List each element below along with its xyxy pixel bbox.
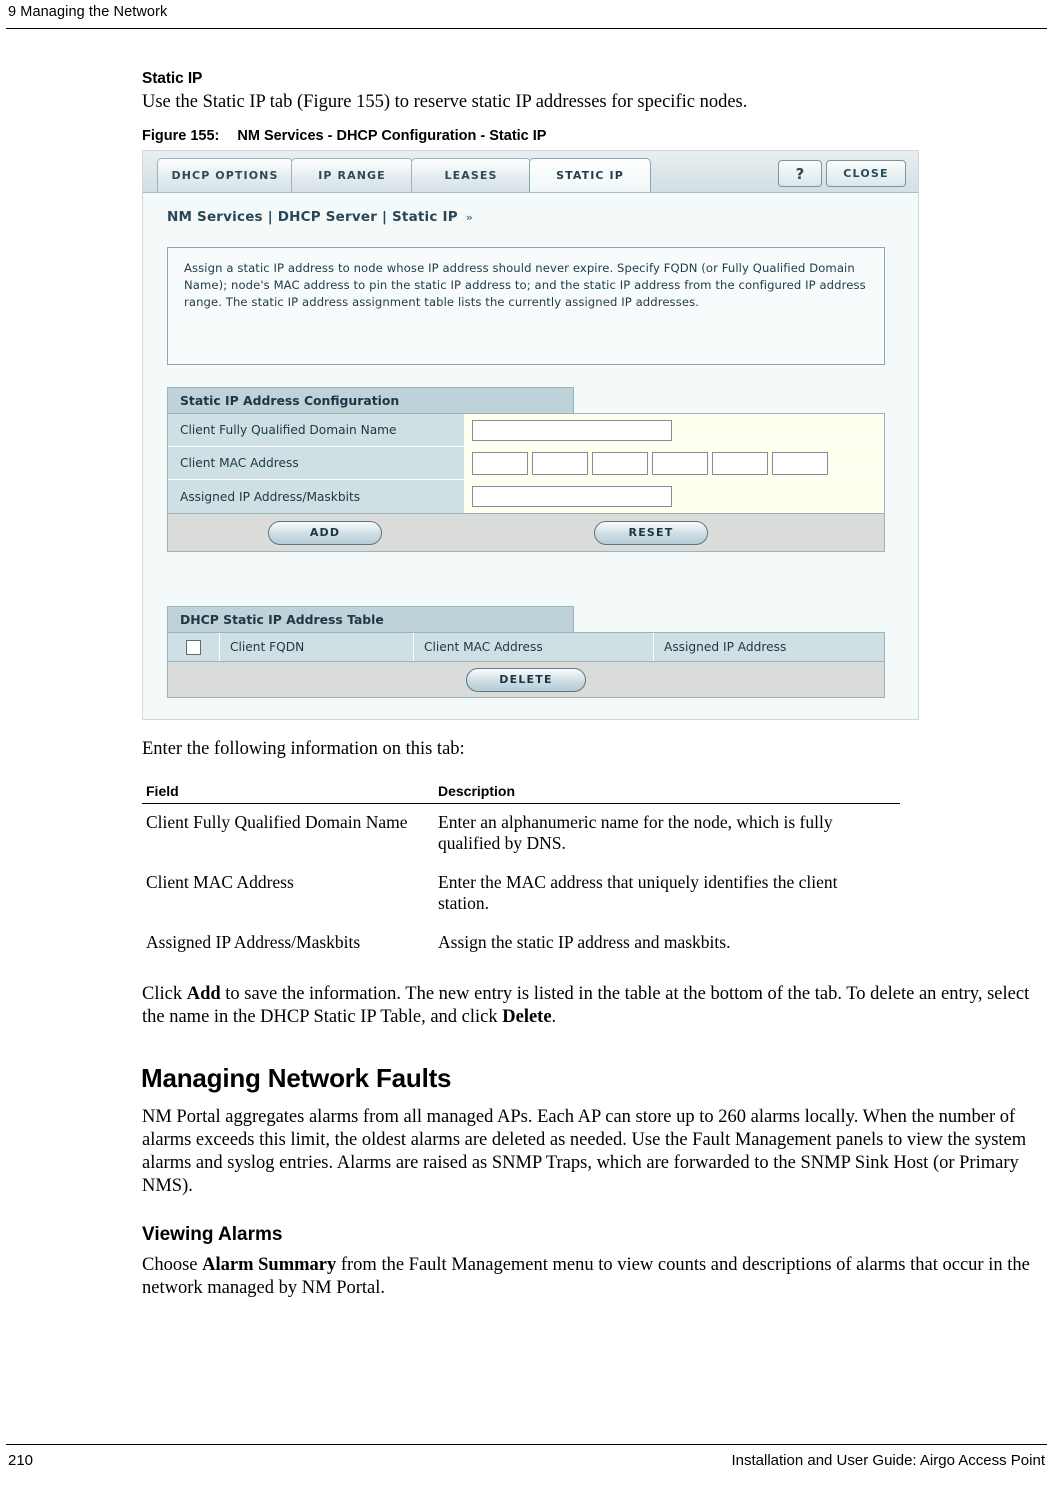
page-content: Static IP Use the Static IP tab (Figure …: [141, 70, 1042, 1300]
mac-octet-6-input[interactable]: [772, 451, 828, 475]
column-client-fqdn: Client FQDN: [220, 633, 414, 661]
select-all-checkbox[interactable]: [186, 639, 201, 655]
config-form: Client Fully Qualified Domain Name Clien…: [167, 413, 885, 514]
after-table-part2: to save the information. The new entry i…: [142, 984, 1030, 1027]
viewing-alarms-bold: Alarm Summary: [202, 1255, 337, 1275]
header-field: Field: [142, 783, 434, 804]
cell-field: Client MAC Address: [146, 872, 294, 892]
table-header-row: Client FQDN Client MAC Address Assigned …: [167, 632, 885, 662]
help-icon: ?: [795, 164, 805, 183]
breadcrumb-text: NM Services | DHCP Server | Static IP: [167, 209, 458, 225]
reset-label: RESET: [628, 526, 674, 539]
page-footer: 210 Installation and User Guide: Airgo A…: [0, 1444, 1053, 1492]
mac-octet-1-input[interactable]: [472, 451, 528, 475]
after-figure-text: Enter the following information on this …: [142, 739, 465, 759]
footer-divider: [6, 1444, 1047, 1445]
field-client-fqdn: [464, 414, 884, 446]
figure-title: NM Services - DHCP Configuration - Stati…: [237, 128, 547, 144]
heading-managing-network-faults: Managing Network Faults: [141, 1063, 452, 1093]
static-ip-table-panel: DHCP Static IP Address Table Client FQDN…: [167, 606, 885, 698]
faults-paragraph: NM Portal aggregates alarms from all man…: [142, 1107, 1027, 1196]
cell-description: Enter the MAC address that uniquely iden…: [438, 872, 838, 913]
tab-ip-range[interactable]: IP RANGE: [291, 158, 413, 192]
label-client-fqdn: Client Fully Qualified Domain Name: [168, 414, 464, 446]
tab-label: STATIC IP: [556, 169, 624, 182]
client-fqdn-input[interactable]: [472, 419, 672, 441]
breadcrumb: NM Services | DHCP Server | Static IP »: [167, 209, 473, 225]
form-row-assigned-ip: Assigned IP Address/Maskbits: [168, 480, 884, 513]
figure-caption: Figure 155: NM Services - DHCP Configurat…: [142, 128, 1042, 144]
add-button[interactable]: ADD: [268, 520, 382, 545]
column-client-mac: Client MAC Address: [414, 633, 654, 661]
table-row: Client MAC Address Enter the MAC address…: [142, 864, 900, 924]
close-label: CLOSE: [843, 167, 889, 180]
chapter-header: 9 Managing the Network: [8, 4, 168, 20]
select-all-cell[interactable]: [168, 633, 220, 661]
close-button[interactable]: CLOSE: [826, 160, 906, 187]
help-button[interactable]: ?: [778, 160, 822, 187]
label-client-mac: Client MAC Address: [168, 447, 464, 479]
heading-viewing-alarms: Viewing Alarms: [142, 1224, 283, 1245]
section-title: Static IP: [142, 70, 203, 87]
table-row: Client Fully Qualified Domain Name Enter…: [142, 804, 900, 865]
config-panel-title: Static IP Address Configuration: [167, 387, 574, 413]
mac-octet-3-input[interactable]: [592, 451, 648, 475]
description-box: Assign a static IP address to node whose…: [167, 247, 885, 365]
table-row: Assigned IP Address/Maskbits Assign the …: [142, 924, 900, 963]
config-button-bar: ADD RESET: [167, 514, 885, 552]
after-table-paragraph: Click Add to save the information. The n…: [142, 983, 1042, 1029]
page-number: 210: [8, 1452, 34, 1469]
form-row-fqdn: Client Fully Qualified Domain Name: [168, 414, 884, 447]
document-page: 9 Managing the Network Static IP Use the…: [0, 0, 1053, 1492]
page-header: 9 Managing the Network: [0, 0, 1053, 34]
add-label: ADD: [309, 526, 341, 539]
viewing-alarms-paragraph: Choose Alarm Summary from the Fault Mana…: [142, 1254, 1042, 1300]
mac-input-group: [472, 451, 828, 475]
column-assigned-ip: Assigned IP Address: [664, 640, 787, 654]
cell-description: Assign the static IP address and maskbit…: [438, 932, 731, 952]
section-intro: Use the Static IP tab (Figure 155) to re…: [142, 92, 748, 112]
field-description-table: Field Description Client Fully Qualified…: [142, 783, 900, 963]
viewing-alarms-part1: Choose: [142, 1255, 203, 1275]
after-table-part1: Click: [142, 984, 187, 1004]
screenshot-toolbar: DHCP OPTIONS IP RANGE LEASES STATIC IP ?…: [143, 151, 918, 193]
cell-description: Enter an alphanumeric name for the node,…: [438, 812, 833, 853]
mac-octet-4-input[interactable]: [652, 451, 708, 475]
tab-leases[interactable]: LEASES: [411, 158, 531, 192]
tab-dhcp-options[interactable]: DHCP OPTIONS: [157, 158, 293, 192]
delete-button[interactable]: DELETE: [466, 667, 586, 692]
after-table-bold-add: Add: [186, 984, 221, 1004]
table-button-bar: DELETE: [167, 662, 885, 698]
screenshot-figure: DHCP OPTIONS IP RANGE LEASES STATIC IP ?…: [142, 150, 919, 720]
mac-octet-2-input[interactable]: [532, 451, 588, 475]
mac-octet-5-input[interactable]: [712, 451, 768, 475]
field-assigned-ip: [464, 480, 884, 513]
cell-field: Assigned IP Address/Maskbits: [146, 932, 361, 952]
after-table-bold-delete: Delete: [502, 1007, 552, 1027]
after-table-part3: .: [551, 1007, 557, 1027]
static-ip-config-panel: Static IP Address Configuration Client F…: [167, 387, 885, 552]
breadcrumb-expand-icon[interactable]: »: [466, 211, 473, 224]
table-panel-title: DHCP Static IP Address Table: [167, 606, 574, 632]
tab-label: DHCP OPTIONS: [171, 169, 279, 182]
figure-number: Figure 155:: [142, 128, 220, 144]
delete-label: DELETE: [499, 673, 553, 686]
guide-title: Installation and User Guide: Airgo Acces…: [731, 1452, 1045, 1469]
tab-static-ip[interactable]: STATIC IP: [529, 158, 651, 192]
tab-label: LEASES: [444, 169, 498, 182]
table-header-row: Field Description: [142, 783, 900, 804]
header-description: Description: [434, 783, 900, 804]
assigned-ip-input[interactable]: [472, 486, 672, 507]
tab-label: IP RANGE: [318, 169, 386, 182]
field-client-mac: [464, 447, 884, 479]
cell-field: Client Fully Qualified Domain Name: [146, 812, 408, 832]
reset-button[interactable]: RESET: [594, 520, 708, 545]
form-row-mac: Client MAC Address: [168, 447, 884, 480]
header-divider: [6, 28, 1047, 29]
label-assigned-ip: Assigned IP Address/Maskbits: [168, 480, 464, 513]
